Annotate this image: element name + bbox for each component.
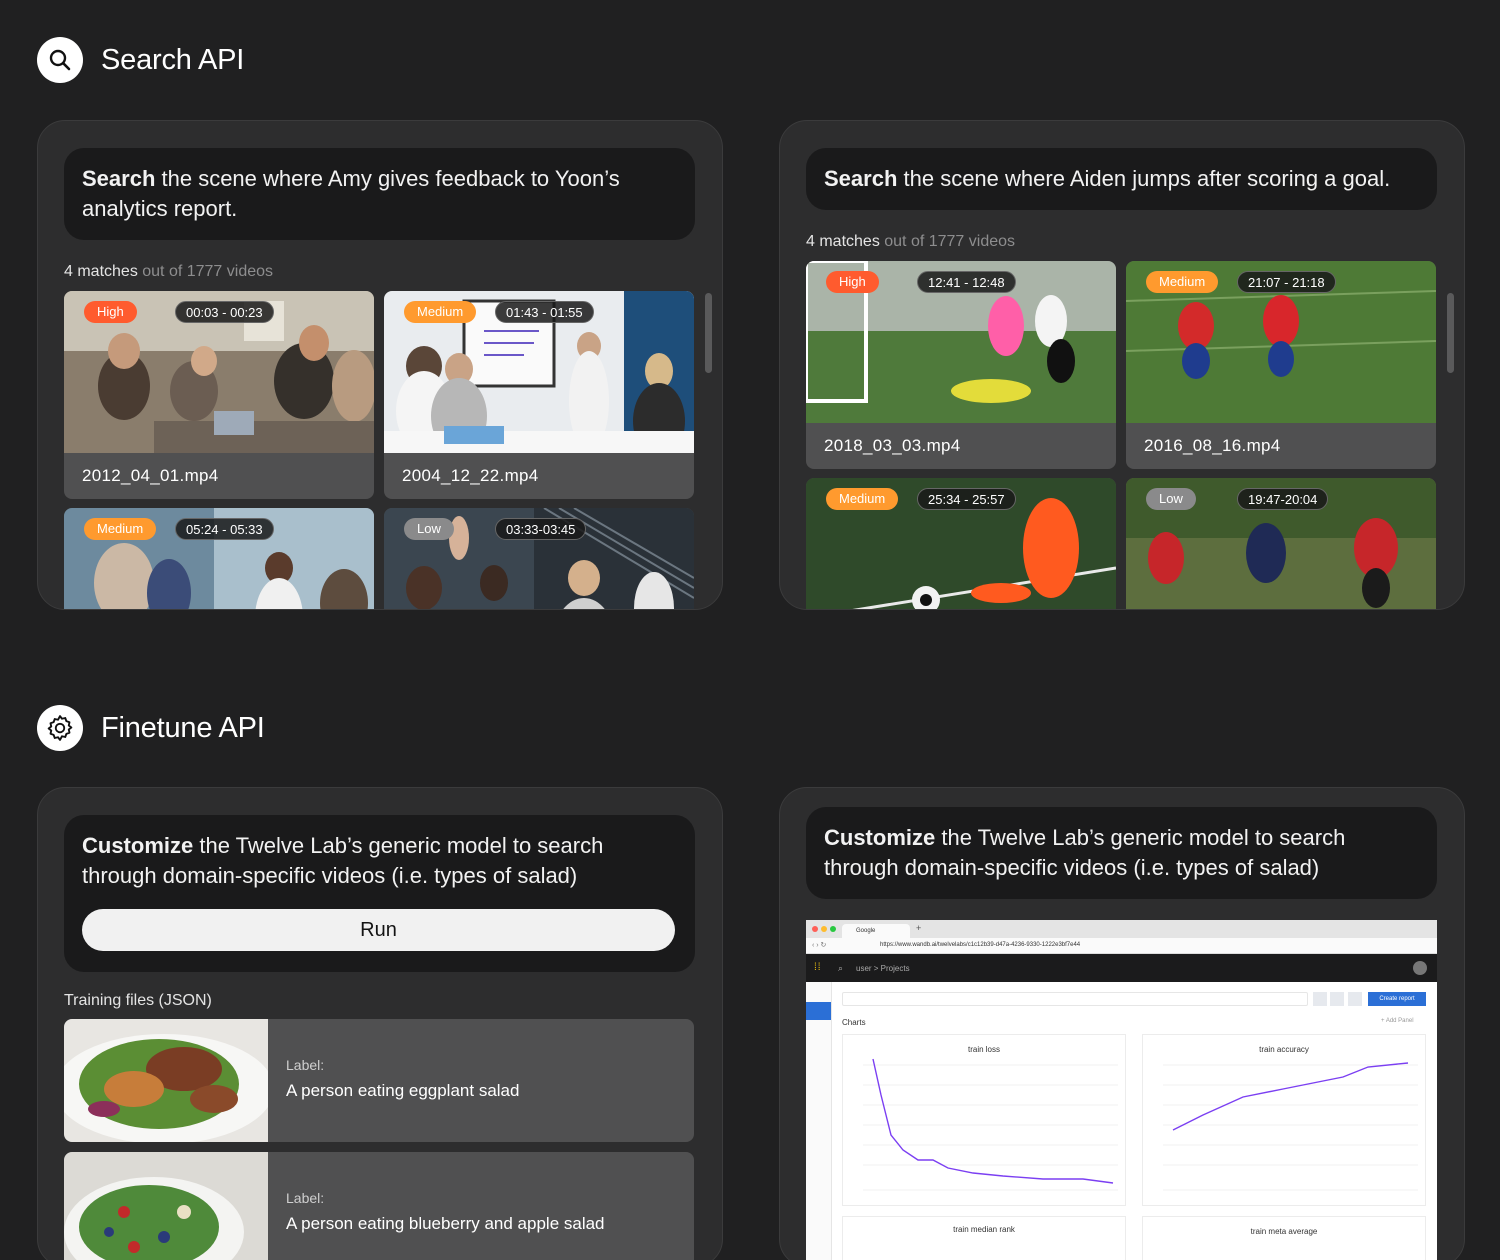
salad-thumbnail [64, 1152, 268, 1260]
file-name: 2012_04_01.mp4 [82, 466, 219, 485]
results-scrollbar[interactable] [705, 293, 712, 373]
video-thumbnail[interactable]: Medium 25:34 - 25:57 [806, 478, 1116, 609]
training-files-label: Training files (JSON) [64, 992, 212, 1009]
search-query: Search the scene where Aiden jumps after… [806, 148, 1437, 210]
relevance-badge: High [826, 271, 879, 293]
wandb-sidebar [806, 982, 832, 1260]
result-card[interactable]: Medium 21:07 - 21:18 2016_08_16.mp4 [1126, 261, 1436, 469]
finetune-prompt: Customize the Twelve Lab’s generic model… [806, 807, 1437, 899]
finetune-prompt: Customize the Twelve Lab’s generic model… [64, 815, 695, 972]
video-thumbnail[interactable]: Medium 21:07 - 21:18 [1126, 261, 1436, 423]
relevance-badge: Low [1146, 488, 1196, 510]
timestamp-range: 21:07 - 21:18 [1237, 271, 1336, 293]
timestamp-range: 05:24 - 05:33 [175, 518, 274, 540]
new-tab-icon: + [916, 923, 922, 933]
wandb-logo-icon: ⁞⁞ [814, 962, 822, 973]
file-name: 2016_08_16.mp4 [1144, 436, 1281, 455]
result-card[interactable]: Medium 05:24 - 05:33 [64, 508, 374, 609]
section-title: Finetune API [101, 711, 265, 744]
file-name: 2018_03_03.mp4 [824, 436, 961, 455]
file-name: 2004_12_22.mp4 [402, 466, 539, 485]
charts-search-input[interactable] [842, 992, 1308, 1006]
relevance-badge: High [84, 301, 137, 323]
results-scrollbar[interactable] [1447, 293, 1454, 373]
training-file-row[interactable]: Label: A person eating blueberry and app… [64, 1152, 694, 1260]
browser-screenshot: Google + ‹ › ↻ https://www.wandb.ai/twel… [806, 920, 1437, 1260]
finetune-panel-1: Customize the Twelve Lab’s generic model… [37, 787, 723, 1260]
search-query: Search the scene where Amy gives feedbac… [64, 148, 695, 240]
label-value: A person eating eggplant salad [286, 1081, 520, 1100]
timestamp-range: 12:41 - 12:48 [917, 271, 1016, 293]
create-report-button[interactable]: Create report [1368, 992, 1426, 1006]
browser-addressbar: ‹ › ↻ https://www.wandb.ai/twelvelabs/c1… [806, 938, 1437, 954]
search-icon [37, 37, 83, 83]
timestamp-range: 00:03 - 00:23 [175, 301, 274, 323]
train-loss-chart: train loss [842, 1034, 1126, 1206]
timestamp-range: 25:34 - 25:57 [917, 488, 1016, 510]
finetune-panel-2: Customize the Twelve Lab’s generic model… [779, 787, 1465, 1260]
charts-heading: Charts [842, 1018, 866, 1027]
browser-tab: Google [842, 924, 910, 938]
search-panel-1: Search the scene where Amy gives feedbac… [37, 120, 723, 610]
video-thumbnail[interactable]: High 12:41 - 12:48 [806, 261, 1116, 423]
run-button[interactable]: Run [82, 909, 675, 951]
video-thumbnail[interactable]: Medium 01:43 - 01:55 [384, 291, 694, 453]
search-icon: ⌕ [838, 963, 844, 973]
salad-thumbnail [64, 1019, 268, 1142]
train-meta-average-chart: train meta average [1142, 1216, 1426, 1260]
chart-title: train median rank [953, 1225, 1015, 1234]
video-thumbnail[interactable]: High 00:03 - 00:23 [64, 291, 374, 453]
avatar [1413, 961, 1427, 975]
result-card[interactable]: High 00:03 - 00:23 2012_04_01.mp4 [64, 291, 374, 499]
match-count: 4 matches out of 1777 videos [64, 263, 274, 280]
relevance-badge: Low [404, 518, 454, 540]
video-thumbnail[interactable]: Medium 05:24 - 05:33 [64, 508, 374, 609]
search-panel-2: Search the scene where Aiden jumps after… [779, 120, 1465, 610]
search-api-header: Search API [37, 37, 244, 83]
training-file-row[interactable]: Label: A person eating eggplant salad [64, 1019, 694, 1142]
chart-title: train meta average [1250, 1227, 1318, 1236]
label-key: Label: [286, 1057, 325, 1073]
train-accuracy-chart: train accuracy [1142, 1034, 1426, 1206]
relevance-badge: Medium [1146, 271, 1219, 293]
video-thumbnail[interactable]: Low 03:33-03:45 [384, 508, 694, 609]
match-count: 4 matches out of 1777 videos [806, 233, 1016, 250]
label-value: A person eating blueberry and apple sala… [286, 1214, 605, 1233]
breadcrumb: user > Projects [856, 964, 910, 973]
relevance-badge: Medium [84, 518, 157, 540]
browser-tabbar: Google + [806, 920, 1437, 938]
gear-icon [37, 705, 83, 751]
video-thumbnail[interactable]: Low 19:47-20:04 [1126, 478, 1436, 609]
result-card[interactable]: Medium 01:43 - 01:55 2004_12_22.mp4 [384, 291, 694, 499]
result-card[interactable]: High 12:41 - 12:48 2018_03_03.mp4 [806, 261, 1116, 469]
finetune-api-header: Finetune API [37, 705, 265, 751]
timestamp-range: 01:43 - 01:55 [495, 301, 594, 323]
browser-url: https://www.wandb.ai/twelvelabs/c1c12b39… [880, 942, 1081, 948]
add-panel-button[interactable]: + Add Panel [1381, 1018, 1414, 1024]
wandb-appbar: ⁞⁞ ⌕ user > Projects [806, 954, 1437, 982]
relevance-badge: Medium [404, 301, 477, 323]
timestamp-range: 03:33-03:45 [495, 518, 587, 540]
train-median-rank-chart: train median rank [842, 1216, 1126, 1260]
section-title: Search API [101, 43, 245, 76]
relevance-badge: Medium [826, 488, 899, 510]
label-key: Label: [286, 1190, 325, 1206]
result-card[interactable]: Low 19:47-20:04 [1126, 478, 1436, 609]
timestamp-range: 19:47-20:04 [1237, 488, 1329, 510]
result-card[interactable]: Medium 25:34 - 25:57 [806, 478, 1116, 609]
result-card[interactable]: Low 03:33-03:45 [384, 508, 694, 609]
